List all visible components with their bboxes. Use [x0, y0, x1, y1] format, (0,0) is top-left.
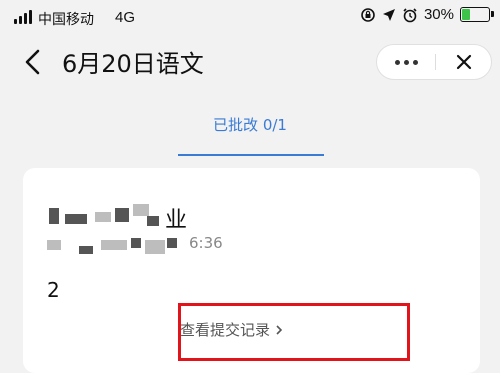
location-arrow-icon	[382, 8, 395, 21]
rotation-lock-icon	[361, 7, 375, 22]
battery-percent: 30%	[423, 6, 454, 23]
network-type: 4G	[115, 9, 136, 26]
homework-card: 业 6:36 2 查看提交记录	[23, 168, 480, 373]
graded-count: 0/1	[262, 116, 287, 134]
alarm-icon	[403, 7, 417, 22]
highlight-annotation-box	[178, 303, 410, 361]
status-tab[interactable]: 已批改 0/1	[0, 90, 500, 160]
nav-bar: 6月20日语文	[0, 34, 500, 90]
mini-program-capsule	[376, 44, 492, 80]
graded-label: 已批改	[213, 116, 259, 134]
more-dots-icon	[394, 59, 400, 65]
battery-icon	[460, 7, 494, 22]
graded-status: 已批改 0/1	[0, 114, 500, 135]
redacted-meta-mosaic	[47, 240, 61, 250]
redacted-title-mosaic	[49, 208, 59, 224]
more-button[interactable]	[377, 45, 435, 79]
close-button[interactable]	[436, 45, 492, 79]
score-value: 2	[47, 278, 60, 302]
page-title: 6月20日语文	[62, 50, 204, 78]
back-icon[interactable]	[18, 46, 50, 78]
close-icon	[456, 54, 472, 70]
homework-title: 业	[165, 208, 188, 233]
status-bar: 中国移动 4G 30%	[0, 0, 500, 34]
tab-underline	[178, 154, 324, 156]
carrier-name: 中国移动	[38, 12, 94, 28]
submit-time: 6:36	[189, 234, 223, 252]
